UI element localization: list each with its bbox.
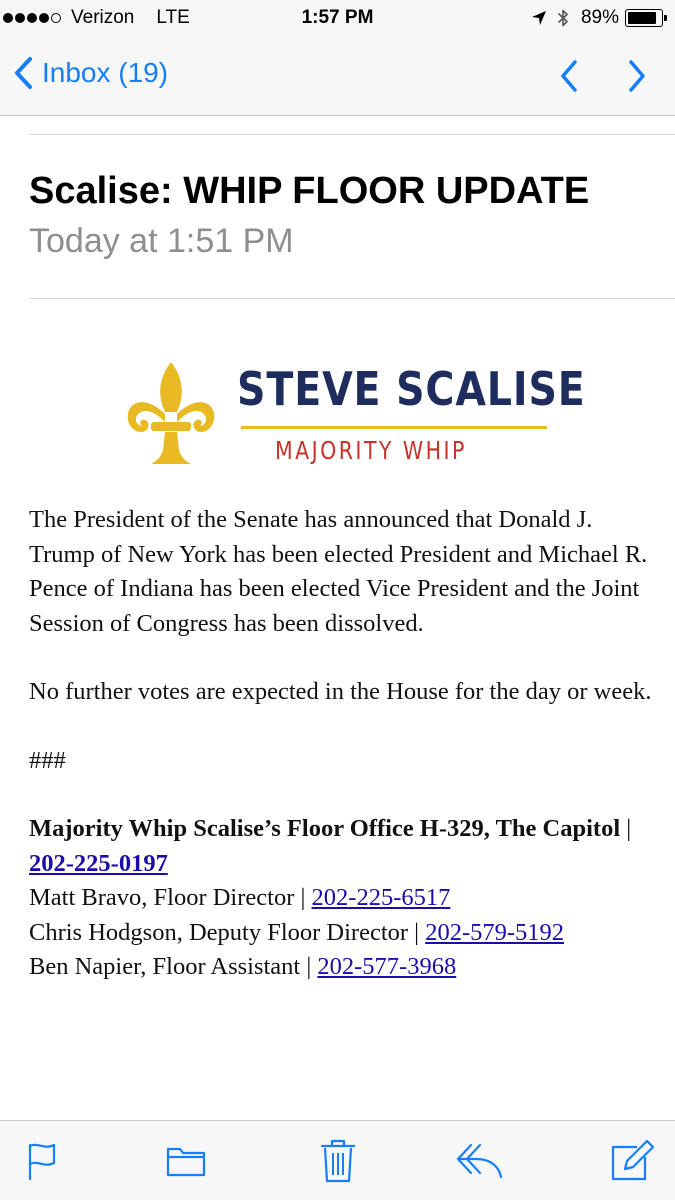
contact-name: Matt Bravo, Floor Director bbox=[29, 884, 295, 911]
office-phone-link[interactable]: 202-225-0197 bbox=[29, 850, 168, 877]
battery-percent: 89% bbox=[580, 7, 619, 28]
flag-icon bbox=[28, 1143, 56, 1181]
message-date: Today at 1:51 PM bbox=[29, 222, 294, 260]
nav-bar: Inbox (19) bbox=[0, 38, 675, 116]
contact-phone-link[interactable]: 202-225-6517 bbox=[312, 884, 451, 911]
battery-icon bbox=[625, 9, 667, 27]
contact-name: Ben Napier, Floor Assistant bbox=[29, 953, 301, 980]
compose-button[interactable] bbox=[607, 1137, 657, 1185]
email-body: The President of the Senate has announce… bbox=[29, 503, 654, 985]
reply-button[interactable] bbox=[455, 1137, 505, 1185]
office-divider: | bbox=[626, 815, 632, 842]
office-line: Majority Whip Scalise’s Floor Office H-3… bbox=[29, 812, 654, 881]
signal-strength-icon bbox=[3, 13, 63, 23]
message-subject: Scalise: WHIP FLOOR UPDATE bbox=[29, 170, 590, 212]
logo-title: MAJORITY WHIP bbox=[275, 436, 467, 465]
back-button-label: Inbox (19) bbox=[42, 57, 169, 88]
contact-phone-link[interactable]: 202-579-5192 bbox=[425, 919, 564, 946]
header-divider-bottom bbox=[29, 298, 675, 299]
bottom-toolbar bbox=[0, 1120, 675, 1200]
body-separator: ### bbox=[29, 746, 66, 774]
status-bar: Verizon LTE 1:57 PM 89% bbox=[0, 0, 675, 38]
contact-name: Chris Hodgson, Deputy Floor Director bbox=[29, 918, 409, 946]
body-paragraph-1: The President of the Senate has announce… bbox=[29, 506, 648, 637]
back-to-inbox-button[interactable]: Inbox (19) bbox=[12, 56, 168, 90]
chevron-left-icon bbox=[15, 57, 32, 89]
location-arrow-icon bbox=[531, 11, 546, 25]
trash-icon bbox=[320, 1139, 356, 1183]
network-type: LTE bbox=[156, 7, 190, 28]
contact-line: Ben Napier, Floor Assistant | 202-577-39… bbox=[29, 950, 654, 985]
battery-level-fill bbox=[628, 12, 657, 24]
delete-button[interactable] bbox=[313, 1137, 363, 1185]
logo-rule bbox=[241, 426, 547, 429]
carrier-name: Verizon bbox=[71, 7, 135, 28]
scalise-logo: STEVE SCALISE MAJORITY WHIP bbox=[125, 360, 585, 470]
status-right: 89% bbox=[531, 7, 667, 29]
next-message-button[interactable] bbox=[624, 58, 650, 94]
contact-block: Majority Whip Scalise’s Floor Office H-3… bbox=[29, 812, 654, 985]
body-paragraph-2: No further votes are expected in the Hou… bbox=[29, 678, 652, 705]
office-label: Majority Whip Scalise’s Floor Office H-3… bbox=[29, 815, 621, 842]
previous-message-button[interactable] bbox=[556, 58, 582, 94]
fleur-de-lis-icon bbox=[127, 362, 215, 464]
contact-divider: | bbox=[414, 918, 420, 946]
reply-icon bbox=[456, 1143, 503, 1179]
status-left: Verizon LTE bbox=[0, 7, 190, 29]
chevron-down-icon bbox=[629, 60, 645, 92]
flag-button[interactable] bbox=[17, 1137, 67, 1185]
header-divider-top bbox=[29, 134, 675, 135]
chevron-up-icon bbox=[561, 60, 577, 92]
move-to-folder-button[interactable] bbox=[161, 1137, 211, 1185]
contact-phone-link[interactable]: 202-577-3968 bbox=[317, 953, 456, 980]
logo-name: STEVE SCALISE bbox=[237, 362, 586, 416]
bluetooth-icon bbox=[557, 9, 568, 27]
contact-divider: | bbox=[306, 953, 312, 980]
contact-line: Chris Hodgson, Deputy Floor Director | 2… bbox=[29, 916, 654, 951]
folder-icon bbox=[166, 1147, 206, 1177]
compose-icon bbox=[611, 1139, 655, 1181]
contact-divider: | bbox=[300, 884, 306, 911]
contact-line: Matt Bravo, Floor Director | 202-225-651… bbox=[29, 881, 654, 916]
